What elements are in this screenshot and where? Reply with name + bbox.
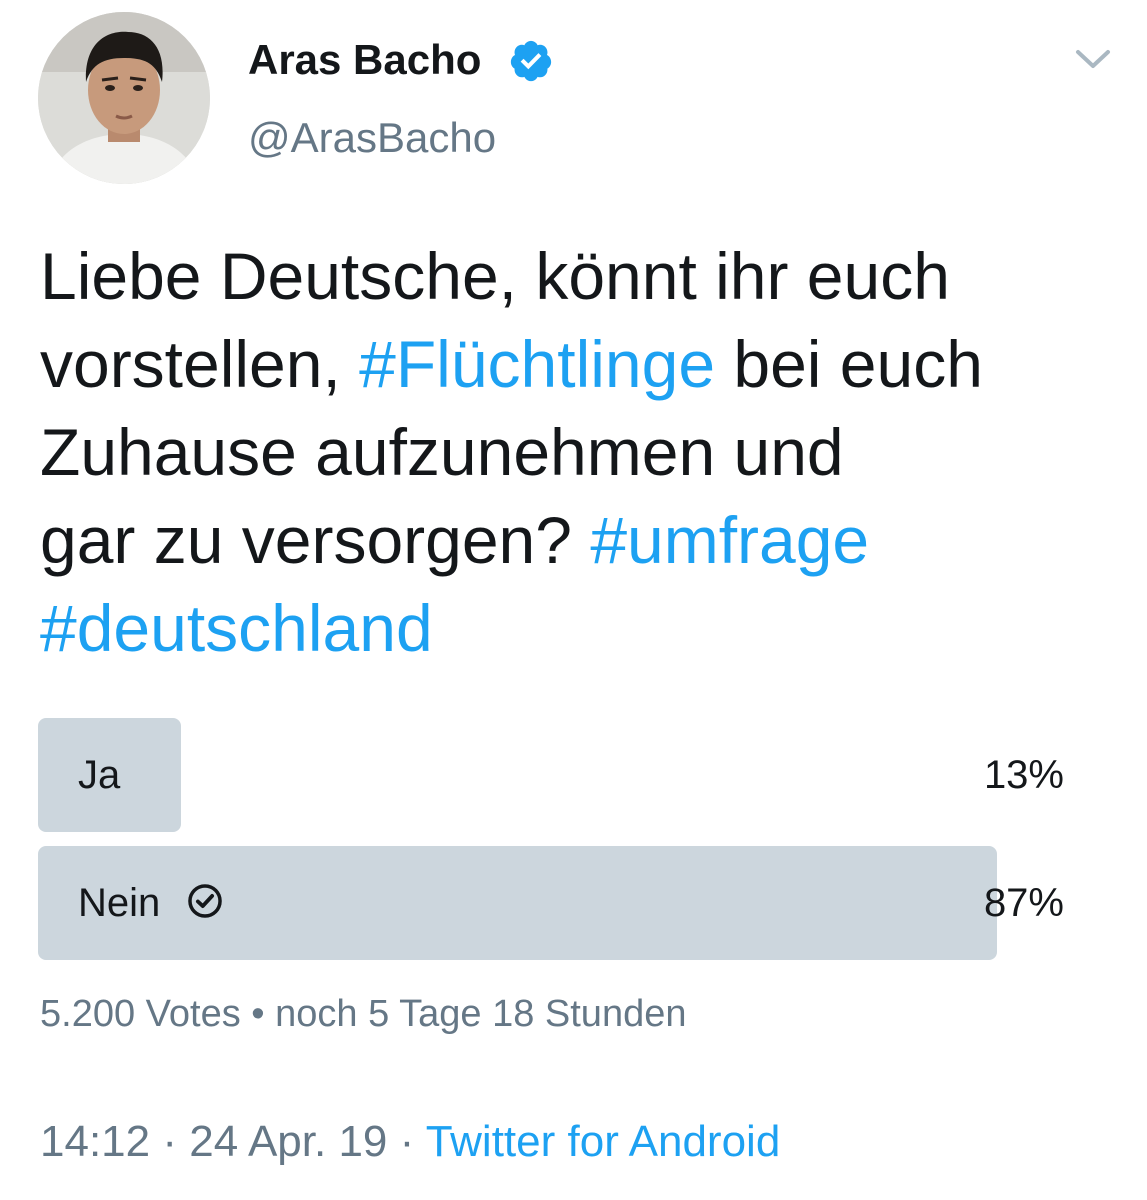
avatar[interactable] xyxy=(38,12,210,184)
poll-meta: 5.200 Votes • noch 5 Tage 18 Stunden xyxy=(40,990,686,1038)
tweet-line: gar zu versorgen? #umfrage xyxy=(40,496,1100,584)
timestamp-separator: · xyxy=(387,1117,426,1166)
tweet-text-fragment: bei euch xyxy=(715,327,983,401)
poll-option-label: Ja xyxy=(78,753,121,797)
timestamp-separator: · xyxy=(150,1117,190,1166)
tweet-date[interactable]: 24 Apr. 19 xyxy=(189,1117,387,1166)
tweet-text-fragment: gar zu versorgen? xyxy=(40,503,591,577)
poll-vote-count: 5.200 Votes xyxy=(40,993,241,1035)
poll-option-label-wrap: Nein xyxy=(78,846,224,960)
tweet-line: Zuhause aufzunehmen und xyxy=(40,415,844,489)
tweet-timestamp: 14:12 · 24 Apr. 19 · Twitter for Android xyxy=(40,1114,780,1170)
tweet-text: Liebe Deutsche, könnt ihr euch vorstelle… xyxy=(40,232,1100,672)
poll-option-nein: Nein 87% xyxy=(38,846,1068,960)
tweet-line: #deutschland xyxy=(40,584,1100,672)
tweet-time[interactable]: 14:12 xyxy=(40,1117,150,1166)
avatar-photo xyxy=(38,12,210,184)
hashtag-link[interactable]: #Flüchtlinge xyxy=(359,327,715,401)
poll-meta-separator: • xyxy=(240,993,276,1035)
check-circle-icon xyxy=(188,884,223,919)
tweet-line: Liebe Deutsche, könnt ihr euch xyxy=(40,239,950,313)
chevron-down-icon[interactable] xyxy=(1070,40,1116,76)
poll-time-remaining: noch 5 Tage 18 Stunden xyxy=(275,993,687,1035)
tweet-source-link[interactable]: Twitter for Android xyxy=(426,1117,781,1166)
hashtag-link[interactable]: #umfrage xyxy=(590,503,869,577)
poll-option-label: Nein xyxy=(78,881,161,925)
display-name[interactable]: Aras Bacho xyxy=(248,34,481,86)
poll-option-percent: 87% xyxy=(983,881,1064,925)
verified-badge-icon xyxy=(510,40,552,82)
tweet-line: vorstellen, #Flüchtlinge bei euch xyxy=(40,320,1100,408)
tweet-text-fragment: vorstellen, xyxy=(40,327,360,401)
hashtag-link[interactable]: #deutschland xyxy=(40,591,433,665)
user-handle[interactable]: @ArasBacho xyxy=(248,112,496,164)
poll-option-percent: 13% xyxy=(983,753,1064,797)
poll-option-ja: Ja 13% xyxy=(38,718,1068,832)
